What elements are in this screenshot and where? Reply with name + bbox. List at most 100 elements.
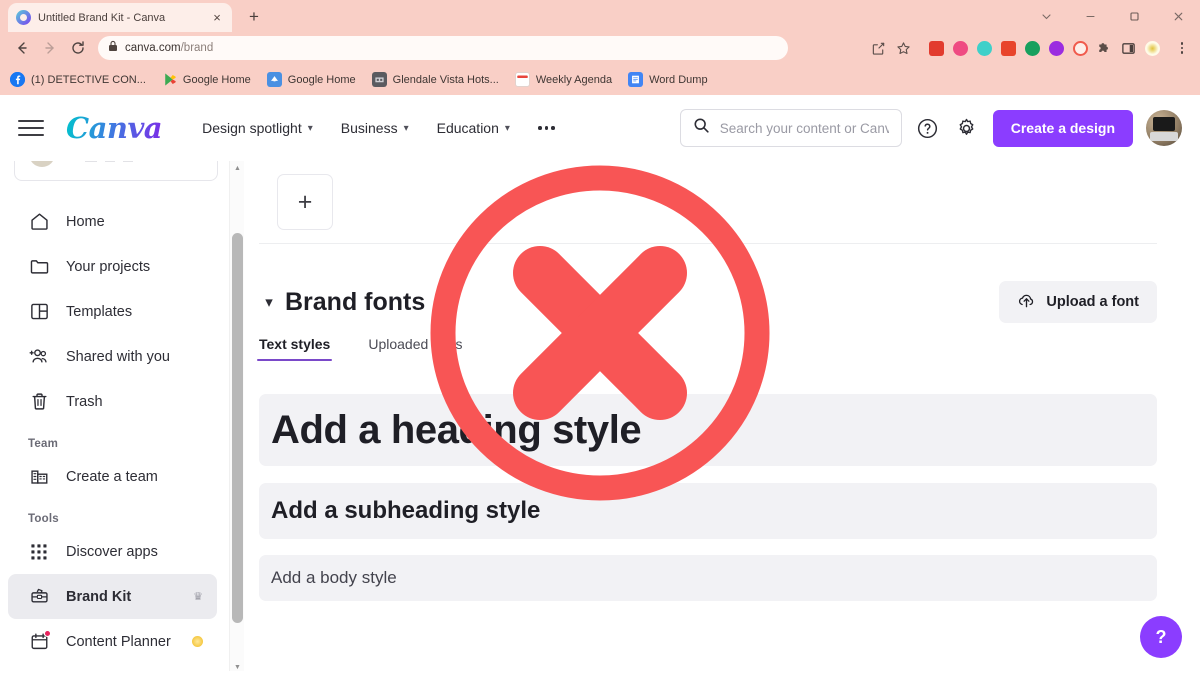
extension-red-square-icon[interactable] — [929, 40, 944, 56]
sidebar-item-label: Templates — [66, 303, 133, 320]
extension-orange-square-icon[interactable] — [1001, 40, 1016, 56]
sidebar-item-discover-apps[interactable]: Discover apps — [8, 529, 217, 574]
facebook-icon — [10, 72, 25, 87]
bookmark-item[interactable]: Google Home — [162, 72, 251, 87]
bookmarks-bar: (1) DETECTIVE CON... Google Home Google … — [0, 64, 1200, 95]
bookmark-item[interactable]: Word Dump — [628, 72, 708, 87]
templates-icon — [28, 301, 50, 323]
brand-fonts-tabs: Text styles Uploaded fonts — [256, 336, 1157, 372]
add-body-style-row[interactable]: Add a body style — [259, 555, 1157, 601]
search-icon — [693, 117, 710, 139]
sidebar-scrollbar[interactable]: ▲ ▼ — [229, 161, 244, 675]
sidebar-item-your-projects[interactable]: Your projects — [8, 244, 217, 289]
bookmark-item[interactable]: Weekly Agenda — [514, 72, 612, 87]
extension-puzzle-icon[interactable] — [1097, 41, 1112, 56]
add-color-button[interactable]: + — [277, 174, 333, 230]
sidebar-item-templates[interactable]: Templates — [8, 289, 217, 334]
user-avatar[interactable] — [1146, 110, 1182, 146]
search-box[interactable] — [679, 109, 902, 147]
sidebar-item-create-a-team[interactable]: Create a team — [8, 454, 217, 499]
new-tab-button[interactable]: + — [243, 6, 265, 28]
nav-label: Business — [340, 120, 398, 136]
canva-logo[interactable]: Canva — [66, 111, 163, 145]
share-icon[interactable] — [871, 41, 886, 56]
nav-more-icon[interactable] — [524, 126, 569, 130]
sidebar-item-content-planner[interactable]: Content Planner — [8, 619, 217, 664]
extension-green-circle-icon[interactable] — [1025, 40, 1040, 56]
extension-sidepanel-icon[interactable] — [1121, 41, 1136, 56]
bookmark-label: Google Home — [287, 73, 356, 86]
trash-icon — [28, 391, 50, 413]
bookmark-item[interactable]: Google Home — [266, 72, 356, 87]
bookmark-item[interactable]: (1) DETECTIVE CON... — [10, 72, 146, 87]
close-window-icon[interactable] — [1156, 0, 1200, 32]
brand-colors-panel: + — [259, 161, 1157, 244]
sidebar-item-label: Content Planner — [66, 633, 171, 650]
chevron-down-icon: ▾ — [504, 122, 510, 134]
extension-pink-circle-icon[interactable] — [953, 40, 968, 56]
tab-title: Untitled Brand Kit - Canva — [38, 11, 166, 24]
sidebar-item-home[interactable]: Home — [8, 199, 217, 244]
scroll-up-arrow-icon[interactable]: ▲ — [230, 161, 245, 176]
maximize-icon[interactable] — [1112, 0, 1156, 32]
folder-icon — [28, 256, 50, 278]
forward-button[interactable] — [36, 34, 64, 62]
google-home-icon — [266, 72, 282, 87]
nav-label: Education — [436, 120, 499, 136]
sidebar-item-trash[interactable]: Trash — [8, 379, 217, 424]
nav-design-spotlight[interactable]: Design spotlight ▾ — [188, 120, 327, 136]
sidebar-top-card-partial[interactable] — [14, 161, 218, 181]
help-floating-button[interactable]: ? — [1140, 616, 1182, 658]
nav-business[interactable]: Business ▾ — [327, 120, 423, 136]
bookmark-label: Glendale Vista Hots... — [392, 73, 499, 86]
chevron-down-icon[interactable] — [1024, 0, 1068, 32]
bookmark-item[interactable]: Glendale Vista Hots... — [371, 72, 499, 87]
help-icon[interactable] — [915, 115, 941, 141]
back-button[interactable] — [8, 34, 36, 62]
tab-uploaded-fonts[interactable]: Uploaded fonts — [368, 336, 462, 361]
header-right-group: Create a design — [679, 109, 1182, 147]
brand-kit-icon — [28, 586, 50, 608]
canva-favicon-icon — [16, 10, 31, 25]
tab-text-styles[interactable]: Text styles — [256, 336, 333, 361]
extension-teal-circle-icon[interactable] — [977, 40, 992, 56]
brand-fonts-header: ▾ Brand fonts Upload a font — [259, 279, 1157, 325]
close-tab-icon[interactable]: × — [210, 11, 224, 24]
minimize-icon[interactable] — [1068, 0, 1112, 32]
crown-badge-icon: ♛ — [193, 591, 203, 603]
add-heading-style-row[interactable]: Add a heading style — [259, 394, 1157, 466]
nav-education[interactable]: Education ▾ — [423, 120, 524, 136]
canva-header: Canva Design spotlight ▾ Business ▾ Educ… — [0, 95, 1200, 161]
chevron-down-icon[interactable]: ▾ — [259, 293, 279, 311]
body-style-label: Add a body style — [271, 568, 397, 587]
address-bar[interactable]: canva.com/brand — [98, 36, 788, 60]
upload-a-font-button[interactable]: Upload a font — [999, 281, 1157, 323]
search-input[interactable] — [719, 120, 889, 136]
sidebar-item-brand-kit[interactable]: Brand Kit ♛ — [8, 574, 217, 619]
create-a-design-button[interactable]: Create a design — [992, 109, 1133, 147]
bookmark-star-icon[interactable] — [896, 41, 911, 56]
add-subheading-style-row[interactable]: Add a subheading style — [259, 483, 1157, 539]
hamburger-menu-icon[interactable] — [18, 115, 44, 141]
bookmark-label: Word Dump — [649, 73, 708, 86]
browser-tab[interactable]: Untitled Brand Kit - Canva × — [8, 3, 232, 32]
browser-toolbar: canva.com/brand — [0, 32, 1200, 64]
bookmark-label: (1) DETECTIVE CON... — [31, 73, 146, 86]
browser-menu-icon[interactable] — [1172, 36, 1192, 60]
extension-purple-circle-icon[interactable] — [1049, 40, 1064, 56]
nav-label: Design spotlight — [202, 120, 302, 136]
settings-gear-icon[interactable] — [954, 115, 980, 141]
url-text: canva.com/brand — [125, 42, 213, 54]
home-icon — [28, 211, 50, 233]
browser-chrome: Untitled Brand Kit - Canva × + canva.com… — [0, 0, 1200, 95]
scrollbar-thumb[interactable] — [232, 233, 243, 623]
extension-yellow-dot-icon[interactable] — [1145, 40, 1160, 56]
notification-dot — [44, 629, 51, 637]
omnibox-actions — [871, 36, 1192, 60]
sidebar: Home Your projects Templates Shared with… — [0, 161, 232, 675]
card-line — [105, 161, 115, 162]
extension-opera-circle-icon[interactable] — [1073, 40, 1088, 56]
extensions-strip — [921, 40, 1160, 56]
reload-button[interactable] — [64, 34, 92, 62]
sidebar-item-shared-with-you[interactable]: Shared with you — [8, 334, 217, 379]
